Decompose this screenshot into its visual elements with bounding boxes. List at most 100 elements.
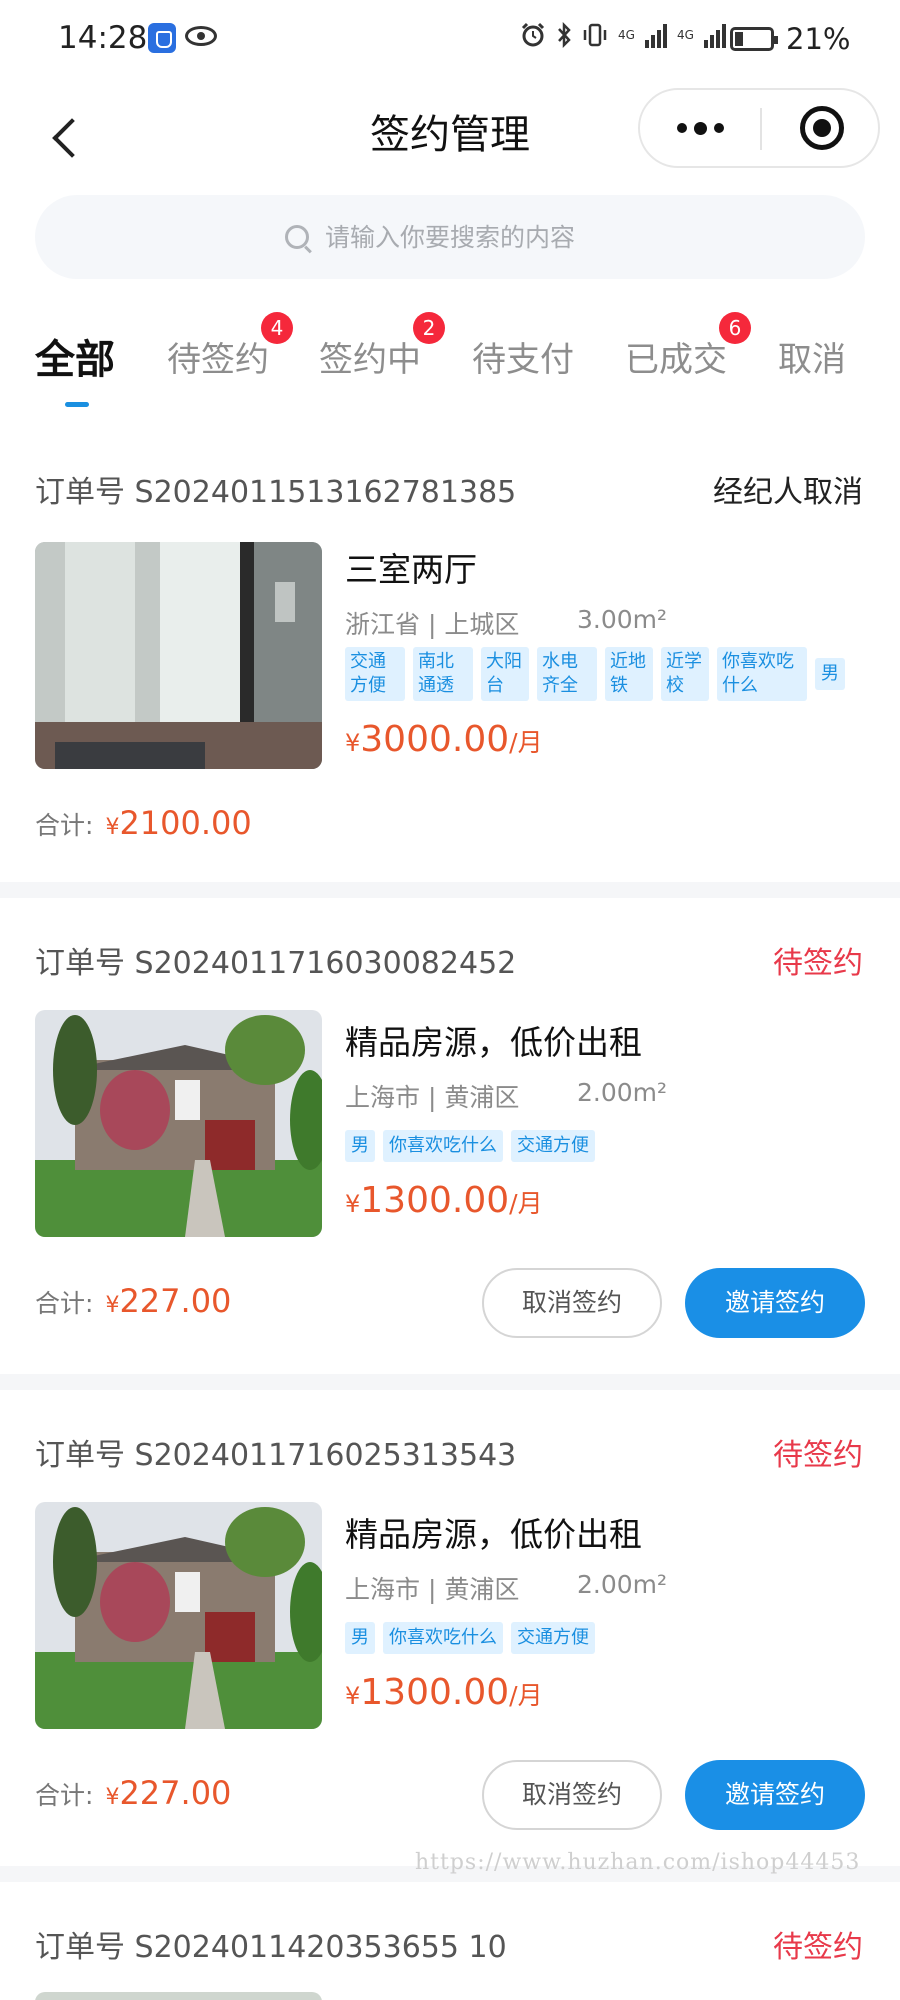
house-area: 2.00m²	[577, 1570, 668, 1599]
status-icons: 4G 4G	[520, 22, 726, 48]
network-type-2: 4G	[676, 28, 694, 42]
status-bar: 14:28 4G 4G 21%	[0, 0, 900, 80]
house-photo-image	[35, 1992, 322, 2000]
house-price: ¥3000.00/月	[345, 719, 543, 760]
house-photo-image	[35, 1010, 322, 1237]
mini-program-capsule	[638, 88, 880, 168]
order-number: 订单号 S2024011420353655 10	[35, 1922, 507, 1966]
tag: 交通方便	[511, 1622, 595, 1654]
currency-symbol: ¥	[105, 815, 120, 840]
order-card[interactable]: 订单号 S2024011513162781385 经纪人取消 三室两厅 浙江省 …	[0, 447, 900, 882]
active-tab-indicator	[65, 402, 89, 407]
tag: 大阳台	[481, 647, 529, 701]
house-location: 上海市 | 黄浦区	[345, 1575, 520, 1604]
invite-sign-button[interactable]: 邀请签约	[685, 1268, 865, 1338]
house-photo[interactable]	[35, 1010, 322, 1237]
order-card[interactable]: 订单号 S2024011716025313543 待签约 精品房源，低价出租 上…	[0, 1390, 900, 1866]
tab-label: 全部	[35, 337, 115, 383]
cancel-sign-button[interactable]: 取消签约	[482, 1268, 662, 1338]
total-amount: 227.00	[119, 1282, 232, 1320]
house-photo[interactable]	[35, 1502, 322, 1729]
house-photo-image	[35, 542, 322, 769]
tab-cancelled[interactable]: 取消	[778, 332, 846, 381]
battery-percent: 21%	[786, 22, 851, 56]
tab-all[interactable]: 全部	[35, 327, 115, 385]
price-value: 1300.00	[360, 1180, 510, 1221]
house-location: 浙江省 | 上城区	[345, 610, 520, 639]
house-photo[interactable]	[35, 542, 322, 769]
house-price: ¥1300.00/月	[345, 1180, 543, 1221]
nav-bar: 签约管理	[0, 80, 900, 180]
battery-icon	[730, 27, 778, 51]
watermark: https://www.huzhan.com/ishop44453	[415, 1850, 861, 1875]
count-badge: 6	[719, 312, 751, 344]
shield-app-icon	[148, 23, 176, 53]
more-dot-right	[713, 123, 724, 133]
tag: 交通方便	[345, 647, 405, 701]
more-dot-center	[693, 121, 707, 135]
target-icon[interactable]	[800, 106, 844, 150]
count-badge: 2	[413, 312, 445, 344]
order-status: 经纪人取消	[713, 475, 863, 510]
house-title: 三室两厅	[345, 550, 477, 589]
tag: 近学校	[661, 647, 709, 701]
order-total: 合计: ¥227.00	[35, 1282, 231, 1320]
house-location: 上海市 | 黄浦区	[345, 1083, 520, 1112]
count-badge: 4	[261, 312, 293, 344]
order-number: 订单号 S2024011716030082452	[35, 938, 516, 982]
vibrate-icon	[583, 23, 607, 47]
house-tags: 男 你喜欢吃什么 交通方便	[345, 1622, 865, 1654]
search-input[interactable]	[325, 222, 615, 252]
order-total: 合计: ¥2100.00	[35, 804, 252, 842]
tab-pending-pay[interactable]: 待支付	[472, 332, 574, 381]
bluetooth-icon	[558, 22, 571, 48]
order-card[interactable]: 订单号 S2024011420353655 10 待签约	[0, 1882, 900, 2000]
price-value: 1300.00	[360, 1672, 510, 1713]
price-value: 3000.00	[360, 719, 510, 760]
eye-icon	[185, 26, 217, 46]
total-label: 合计:	[35, 1289, 94, 1318]
network-type-1: 4G	[618, 28, 635, 42]
tag: 男	[345, 1622, 375, 1654]
more-button[interactable]	[640, 90, 760, 166]
order-status: 待签约	[773, 1438, 863, 1473]
cancel-sign-button[interactable]: 取消签约	[482, 1760, 662, 1830]
currency-symbol: ¥	[105, 1293, 120, 1318]
search-bar[interactable]	[35, 195, 865, 279]
status-time: 14:28	[58, 20, 148, 56]
order-number: 订单号 S2024011513162781385	[35, 467, 516, 511]
house-area: 2.00m²	[577, 1078, 668, 1107]
currency-symbol: ¥	[345, 1682, 361, 1710]
invite-sign-button[interactable]: 邀请签约	[685, 1760, 865, 1830]
status-tabs: 全部 待签约 4 签约中 2 待支付 已成交 6 取消	[0, 312, 900, 410]
tab-label: 取消	[778, 340, 846, 380]
tag: 交通方便	[511, 1130, 595, 1162]
price-unit: /月	[509, 1189, 543, 1218]
order-number-value: S2024011716025313543	[134, 1438, 517, 1473]
tab-signing[interactable]: 签约中 2	[319, 312, 445, 381]
tab-pending-sign[interactable]: 待签约 4	[167, 312, 293, 381]
currency-symbol: ¥	[345, 1190, 361, 1218]
currency-symbol: ¥	[345, 729, 361, 757]
card-separator	[0, 1374, 900, 1390]
card-separator	[0, 882, 900, 898]
tab-label: 已成交	[625, 340, 727, 380]
house-area: 3.00m²	[577, 605, 668, 634]
order-number-label: 订单号	[35, 1930, 125, 1965]
signal-icon-2	[703, 22, 726, 48]
house-photo[interactable]	[35, 1992, 322, 2000]
currency-symbol: ¥	[105, 1785, 120, 1810]
more-dots-icon	[676, 123, 687, 133]
tag: 你喜欢吃什么	[383, 1622, 503, 1654]
tab-label: 待签约	[167, 340, 269, 380]
tab-completed[interactable]: 已成交 6	[625, 312, 751, 381]
house-photo-image	[35, 1502, 322, 1729]
tag: 男	[815, 658, 845, 690]
order-total: 合计: ¥227.00	[35, 1774, 231, 1812]
tab-label: 待支付	[472, 340, 574, 380]
house-tags: 男 你喜欢吃什么 交通方便	[345, 1130, 865, 1162]
order-number-label: 订单号	[35, 475, 125, 510]
total-label: 合计:	[35, 811, 94, 840]
order-card[interactable]: 订单号 S2024011716030082452 待签约 精品房源，低价出租 上…	[0, 898, 900, 1374]
tag: 你喜欢吃什么	[717, 647, 807, 701]
